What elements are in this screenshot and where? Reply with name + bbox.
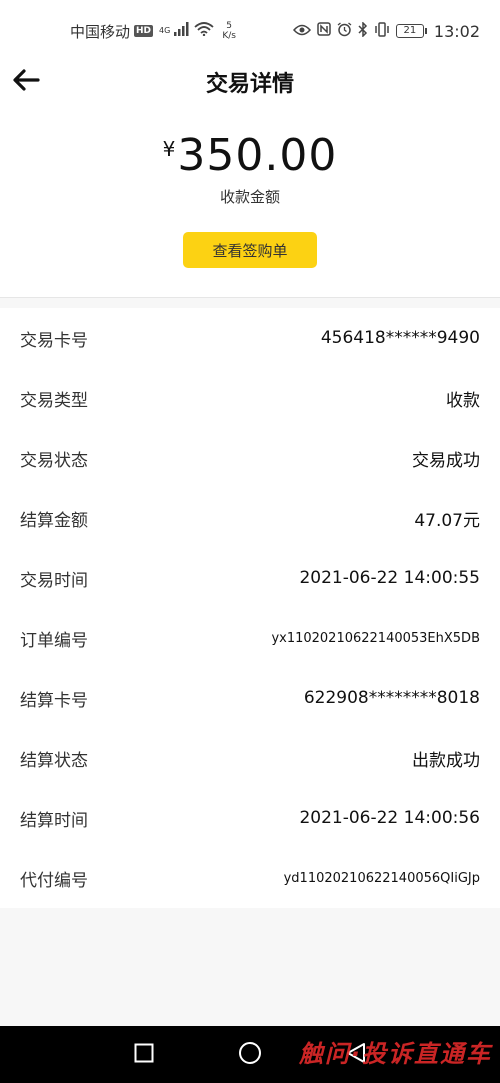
- clock-time: 13:02: [433, 21, 480, 41]
- amount-summary: ¥350.00 收款金额 查看签购单: [0, 102, 500, 298]
- detail-label: 结算状态: [20, 750, 88, 771]
- network-speed: 5 K/s: [222, 21, 236, 41]
- amount-label: 收款金额: [219, 188, 280, 206]
- detail-label: 交易状态: [20, 450, 88, 471]
- detail-value: 收款: [446, 390, 480, 411]
- app-header: 交易详情: [0, 62, 500, 102]
- wifi-icon: [194, 22, 214, 40]
- detail-label: 结算金额: [20, 510, 88, 531]
- detail-label: 订单编号: [20, 630, 88, 651]
- vibrate-icon: [374, 21, 390, 41]
- recents-button[interactable]: [129, 1040, 159, 1070]
- detail-row-settlement-amount: 结算金额 47.07元: [0, 488, 500, 548]
- detail-value: 2021-06-22 14:00:55: [299, 568, 480, 588]
- detail-row-settlement-card: 结算卡号 622908********8018: [0, 668, 500, 728]
- alarm-icon: [337, 21, 352, 41]
- detail-row-order-number: 订单编号 yx11020210622140053EhX5DB: [0, 608, 500, 668]
- detail-value: 出款成功: [412, 750, 480, 771]
- status-right: 21 13:02: [292, 20, 480, 41]
- amount-value: 350.00: [177, 130, 338, 181]
- square-recents-icon: [134, 1043, 154, 1067]
- detail-label: 交易类型: [20, 390, 88, 411]
- battery-indicator: 21: [395, 24, 427, 38]
- network-type: 4G: [159, 26, 171, 35]
- detail-value: yd11020210622140056QIiGJp: [283, 870, 480, 886]
- transaction-details: 交易卡号 456418******9490 交易类型 收款 交易状态 交易成功 …: [0, 308, 500, 908]
- detail-label: 结算卡号: [20, 690, 88, 711]
- detail-value: 456418******9490: [320, 328, 480, 348]
- detail-label: 交易卡号: [20, 330, 88, 351]
- detail-row-settlement-time: 结算时间 2021-06-22 14:00:56: [0, 788, 500, 848]
- nfc-icon: [317, 22, 331, 40]
- watermark-logo: 触问·投诉直通车: [298, 1040, 492, 1068]
- section-divider: [0, 297, 500, 298]
- currency-symbol: ¥: [162, 137, 176, 161]
- arrow-left-icon: [12, 69, 40, 95]
- detail-value: 2021-06-22 14:00:56: [299, 808, 480, 828]
- hd-badge: HD: [134, 25, 154, 37]
- battery-level: 21: [403, 25, 417, 36]
- detail-label: 交易时间: [20, 570, 88, 591]
- eye-icon: [292, 22, 311, 40]
- status-bar: 中国移动 HD 4G 5 K/s 21 13:02: [0, 0, 500, 62]
- detail-value: 622908********8018: [303, 688, 480, 708]
- back-button[interactable]: [8, 62, 44, 102]
- carrier-name: 中国移动: [70, 22, 131, 41]
- detail-value: 交易成功: [412, 450, 480, 471]
- speed-value: 5: [226, 21, 232, 31]
- signal-icon: [174, 22, 190, 40]
- page-title: 交易详情: [205, 72, 294, 97]
- detail-label: 结算时间: [20, 810, 88, 831]
- detail-row-payout-number: 代付编号 yd11020210622140056QIiGJp: [0, 848, 500, 908]
- bluetooth-icon: [358, 20, 368, 41]
- detail-row-type: 交易类型 收款: [0, 368, 500, 428]
- detail-row-settlement-status: 结算状态 出款成功: [0, 728, 500, 788]
- detail-row-status: 交易状态 交易成功: [0, 428, 500, 488]
- detail-row-card-number: 交易卡号 456418******9490: [0, 308, 500, 368]
- detail-value: yx11020210622140053EhX5DB: [271, 630, 480, 646]
- detail-row-time: 交易时间 2021-06-22 14:00:55: [0, 548, 500, 608]
- circle-home-icon: [238, 1041, 262, 1069]
- detail-label: 代付编号: [20, 870, 88, 891]
- detail-value: 47.07元: [414, 510, 480, 531]
- speed-unit: K/s: [222, 31, 236, 41]
- status-left: 中国移动 HD 4G 5 K/s: [70, 21, 236, 42]
- home-button[interactable]: [235, 1040, 265, 1070]
- amount-row: ¥350.00: [0, 130, 500, 181]
- view-receipt-button[interactable]: 查看签购单: [183, 232, 317, 268]
